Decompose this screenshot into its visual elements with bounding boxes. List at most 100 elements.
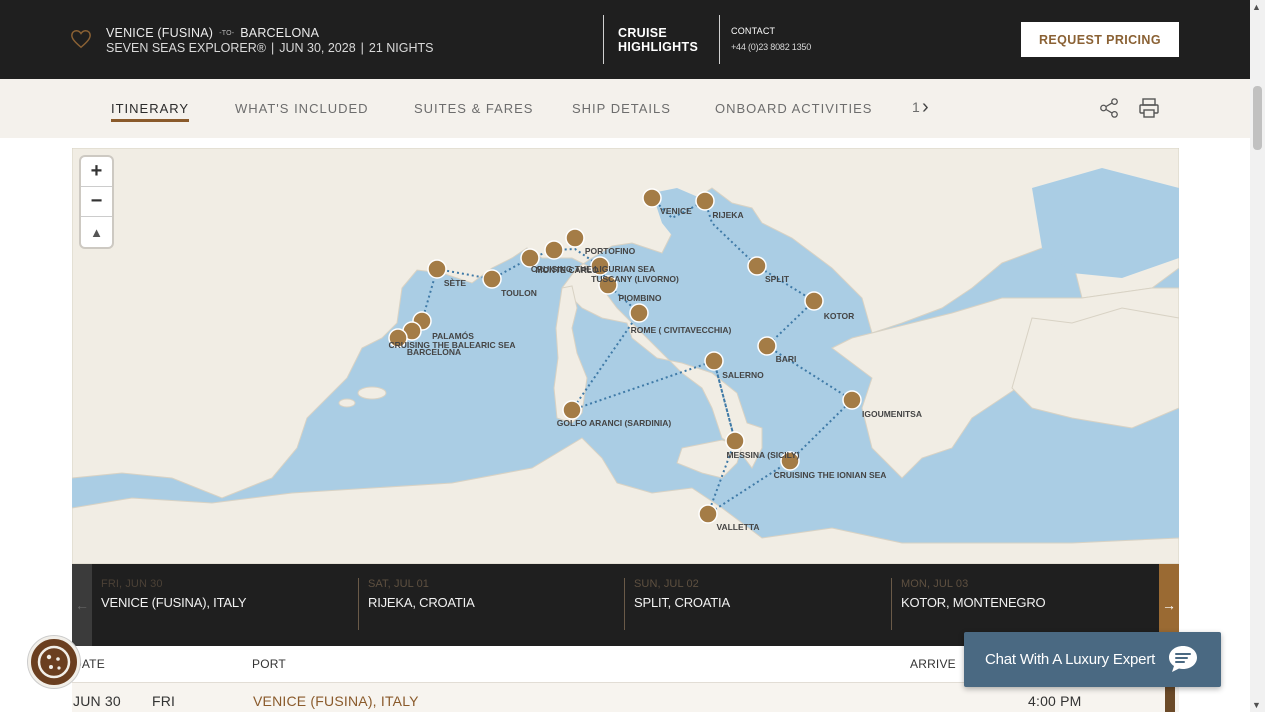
port-label: IGOUMENITSA [862,409,922,419]
map-canvas: VENICE RIJEKA SPLIT KOTOR BARI IGOUMENIT… [72,148,1179,564]
table-header-arrive: ARRIVE [910,657,956,671]
port-label: VALLETTA [716,522,759,532]
port-label: BARI [776,354,797,364]
port-marker [427,259,447,279]
port-label: SALERNO [722,370,764,380]
row-port-link[interactable]: VENICE (FUSINA), ITALY [253,693,419,709]
row-arrive-time: 4:00 PM [1028,693,1082,709]
port-marker [747,256,767,276]
share-icon[interactable] [1098,97,1120,119]
carousel-day-port: VENICE (FUSINA), ITALY [101,595,247,610]
map-zoom-controls: + − ▲ [81,157,112,247]
separator: | [270,41,275,55]
port-label: BARCELONA [407,347,461,357]
to-port: BARCELONA [240,26,320,40]
port-label: RIJEKA [712,210,743,220]
cookie-icon [37,645,71,679]
carousel-day-date: SUN, JUL 02 [634,578,699,590]
heart-icon[interactable] [70,28,92,50]
carousel-day-date: SAT, JUL 01 [368,578,430,590]
scroll-down-arrow[interactable]: ▼ [1252,700,1261,710]
ship-name: SEVEN SEAS EXPLORER® [106,41,266,55]
tab-suites-fares[interactable]: SUITES & FARES [414,101,533,116]
port-label: MONTE CARLO [535,265,599,275]
route-title: VENICE (FUSINA) -TO- BARCELONA [106,26,319,40]
port-marker [562,400,582,420]
sail-date: JUN 30, 2028 [279,41,356,55]
separator: | [360,41,364,55]
carousel-day-date: MON, JUL 03 [901,578,969,590]
highlights-line1: CRUISE [618,26,668,40]
trip-details: SEVEN SEAS EXPLORER® | JUN 30, 2028 | 21 NIG… [106,41,434,55]
reset-north-button[interactable]: ▲ [81,217,112,247]
carousel-day[interactable]: FRI, JUN 30 VENICE (FUSINA), ITALY [92,578,358,630]
port-marker [642,188,662,208]
port-label: VENICE [660,206,692,216]
balearic-island [338,398,356,408]
nights: 21 NIGHTS [368,41,434,55]
port-marker [698,504,718,524]
port-marker [842,390,862,410]
tab-onboard-activities[interactable]: ONBOARD ACTIVITIES [715,101,872,116]
tab-overflow[interactable]: 1 [912,99,920,115]
table-header-port: PORT [252,657,286,671]
chat-bubble-icon [1169,646,1197,672]
scroll-up-arrow[interactable]: ▲ [1252,2,1261,12]
carousel-prev-button[interactable]: ← [72,564,92,646]
from-port: VENICE (FUSINA) [106,26,214,40]
port-label: GOLFO ARANCI (SARDINIA) [557,418,672,428]
page: { "header": { "from_port": "VENICE (FUSI… [0,0,1265,712]
cruise-highlights-link[interactable]: CRUISE HIGHLIGHTS [618,26,698,54]
divider [719,15,720,64]
row-date: JUN 30 [73,693,121,709]
contact-label: CONTACT [731,26,776,36]
carousel-day[interactable]: MON, JUL 03 KOTOR, MONTENEGRO [891,578,1158,630]
scrollbar-thumb[interactable] [1253,86,1262,150]
to-word: -TO- [219,30,235,37]
tab-itinerary[interactable]: ITINERARY [111,101,190,122]
cookie-settings-button[interactable] [28,636,80,688]
carousel-day-port: RIJEKA, CROATIA [368,595,475,610]
port-marker [695,191,715,211]
balearic-island [357,386,387,400]
port-label: CRUISING THE IONIAN SEA [774,470,887,480]
port-label: PORTOFINO [585,246,636,256]
request-pricing-button[interactable]: REQUEST PRICING [1021,22,1179,57]
port-label: SPLIT [765,274,790,284]
zoom-out-button[interactable]: − [81,187,112,217]
print-icon[interactable] [1137,96,1161,120]
port-label: KOTOR [824,311,855,321]
port-label: MESSINA (SICILY) [726,450,799,460]
port-marker [704,351,724,371]
port-label: PIOMBINO [619,293,662,303]
divider [603,15,604,64]
port-label: ROME ( CIVITAVECCHIA) [631,325,732,335]
row-day: FRI [152,693,176,709]
table-row[interactable] [72,683,1179,712]
carousel-day[interactable]: SAT, JUL 01 RIJEKA, CROATIA [358,578,624,630]
chat-label: Chat With A Luxury Expert [985,651,1156,668]
contact-phone-link[interactable]: +44 (0)23 8082 1350 [731,42,811,52]
port-label: SÈTE [444,278,467,288]
tab-whats-included[interactable]: WHAT'S INCLUDED [235,101,369,116]
port-marker [629,303,649,323]
carousel-day[interactable]: SUN, JUL 02 SPLIT, CROATIA [624,578,891,630]
row-accent [1165,684,1175,712]
tab-next-arrow[interactable]: › [922,96,929,119]
top-header-bar: VENICE (FUSINA) -TO- BARCELONA SEVEN SEAS … [0,0,1250,79]
carousel-day-date: FRI, JUN 30 [101,578,163,590]
tab-ship-details[interactable]: SHIP DETAILS [572,101,671,116]
port-label: TUSCANY (LIVORNO) [591,274,679,284]
carousel-day-port: SPLIT, CROATIA [634,595,730,610]
carousel-day-port: KOTOR, MONTENEGRO [901,595,1046,610]
highlights-line2: HIGHLIGHTS [618,40,699,54]
port-marker [725,431,745,451]
itinerary-map[interactable]: VENICE RIJEKA SPLIT KOTOR BARI IGOUMENIT… [72,148,1179,564]
port-marker [804,291,824,311]
port-marker [544,240,564,260]
zoom-in-button[interactable]: + [81,157,112,187]
tab-bar: ITINERARY WHAT'S INCLUDED SUITES & FARES… [0,79,1250,138]
port-marker [565,228,585,248]
port-marker [757,336,777,356]
port-marker [482,269,502,289]
